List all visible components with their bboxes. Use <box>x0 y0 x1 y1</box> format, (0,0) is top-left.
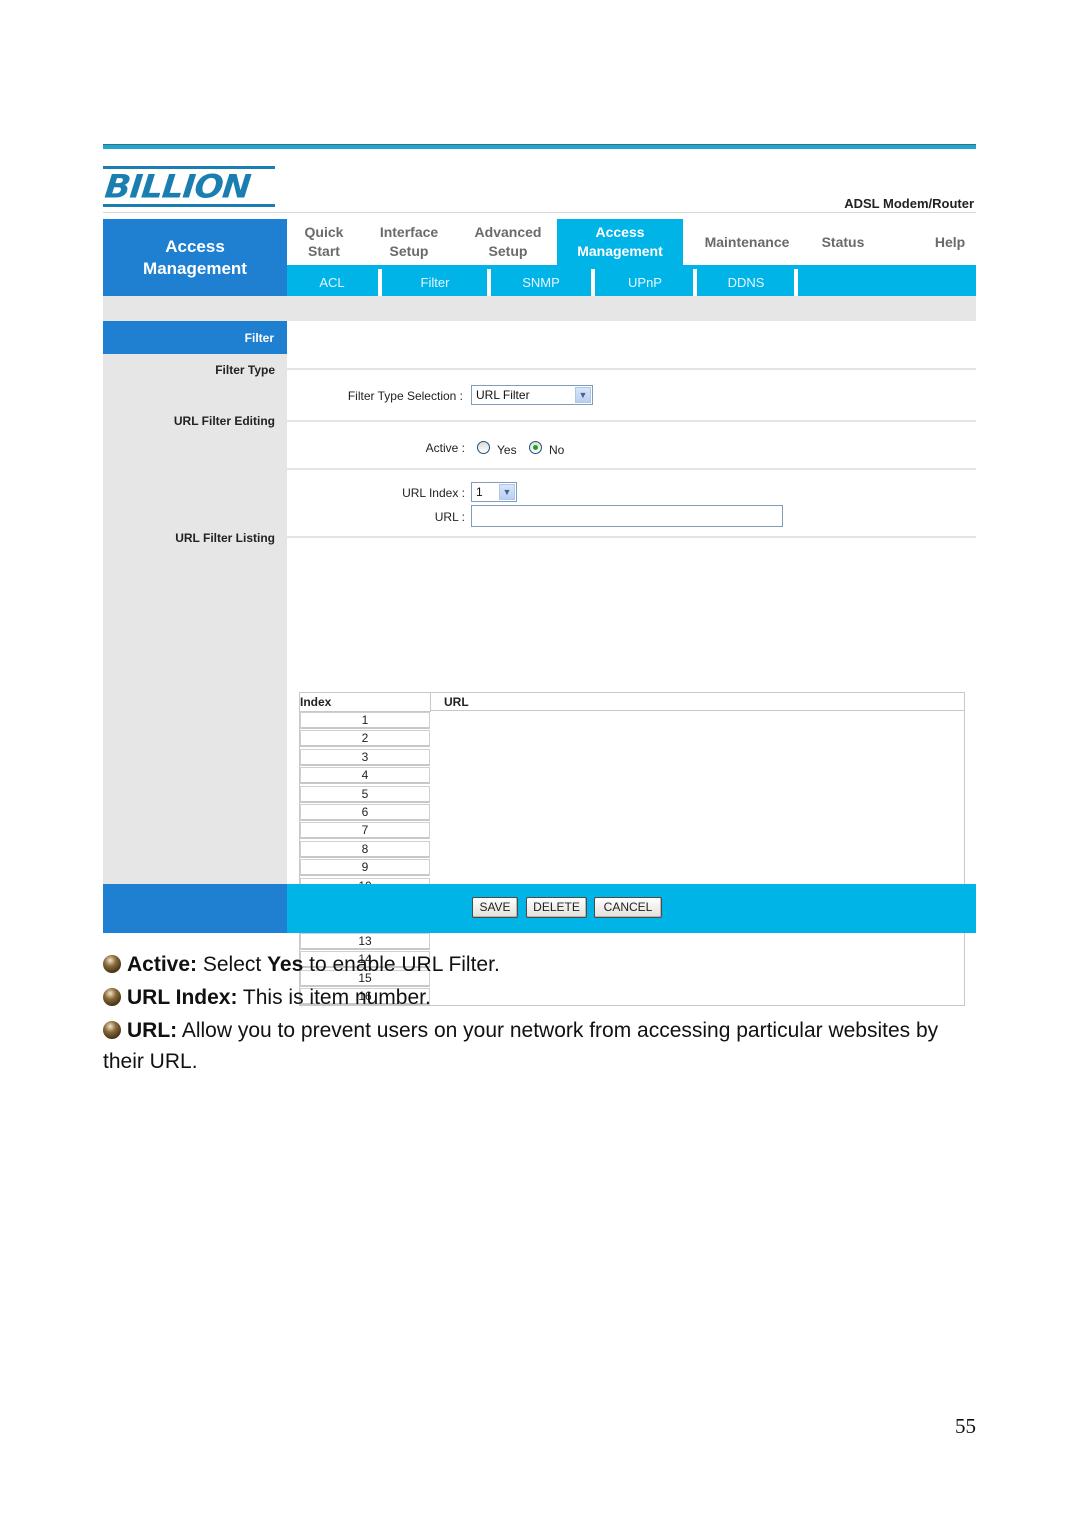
url-index-select[interactable]: 1 ▼ <box>471 482 517 502</box>
action-bar: SAVE DELETE CANCEL <box>287 884 976 933</box>
tab-help[interactable]: Help <box>913 219 987 265</box>
product-name: ADSL Modem/Router <box>844 196 974 211</box>
table-row-index: 13 <box>300 932 430 950</box>
divider <box>287 536 976 538</box>
table-row-index: 9 <box>300 859 430 877</box>
table-row-index: 1 <box>300 712 430 729</box>
sidebar-label-url-filter-editing: URL Filter Editing <box>173 414 275 428</box>
active-label: Active : <box>425 441 465 455</box>
active-no-radio[interactable] <box>529 441 542 454</box>
url-label: URL : <box>434 510 465 524</box>
subtab-separator <box>794 269 798 296</box>
table-row-index: 5 <box>300 785 430 803</box>
description-active: Active: Select Yes to enable URL Filter. <box>103 952 500 978</box>
billion-logo: BILLION <box>103 166 275 208</box>
page-number: 55 <box>955 1414 976 1438</box>
chevron-down-icon[interactable]: ▼ <box>575 387 591 403</box>
tab-advanced-setup[interactable]: Advanced Setup <box>457 219 559 265</box>
sidebar: Filter Filter Type URL Filter Editing UR… <box>103 321 287 884</box>
cancel-button[interactable]: CANCEL <box>594 897 662 918</box>
subtab-filter[interactable]: Filter <box>383 265 487 296</box>
description-url-cont: their URL. <box>103 1050 198 1073</box>
tab-maintenance[interactable]: Maintenance <box>689 219 805 265</box>
spacer-bar <box>103 296 976 321</box>
table-header-url: URL <box>431 693 964 711</box>
divider <box>287 368 976 370</box>
bullet-icon <box>103 988 121 1006</box>
header-divider <box>103 212 976 213</box>
router-ui-screenshot: BILLION ADSL Modem/Router Access Managem… <box>103 144 976 1006</box>
description-url: URL: Allow you to prevent users on your … <box>103 1018 938 1044</box>
delete-button[interactable]: DELETE <box>526 897 587 918</box>
tab-status[interactable]: Status <box>805 219 881 265</box>
top-accent-line <box>103 144 976 149</box>
active-yes-radio[interactable] <box>477 441 490 454</box>
sub-tabs: ACL Filter SNMP UPnP DDNS <box>287 265 976 296</box>
sidebar-label-filter-type: Filter Type <box>215 363 275 377</box>
active-no-label: No <box>549 443 565 457</box>
tab-interface-setup[interactable]: Interface Setup <box>361 219 457 265</box>
tab-quick-start[interactable]: Quick Start <box>287 219 361 265</box>
active-yes-label: Yes <box>497 443 517 457</box>
main-tabs: Quick Start Interface Setup Advanced Setup … <box>287 219 976 265</box>
content-panel: Filter Type Selection : URL Filter ▼ Act… <box>287 321 976 1006</box>
table-row-index: 4 <box>300 767 430 785</box>
url-index-label: URL Index : <box>402 486 465 500</box>
sidebar-label-url-filter-listing: URL Filter Listing <box>175 531 275 545</box>
sidebar-item-filter[interactable]: Filter <box>103 321 287 354</box>
subtab-snmp[interactable]: SNMP <box>491 265 591 296</box>
filter-type-select[interactable]: URL Filter ▼ <box>471 385 593 405</box>
subtab-upnp[interactable]: UPnP <box>595 265 695 296</box>
description-url-index: URL Index: This is item number. <box>103 985 431 1011</box>
footer-left-bar <box>103 884 287 933</box>
tab-access-management[interactable]: Access Management <box>557 219 683 265</box>
subtab-ddns[interactable]: DDNS <box>697 265 795 296</box>
save-button[interactable]: SAVE <box>472 897 518 918</box>
url-input[interactable] <box>471 505 783 527</box>
bullet-icon <box>103 1021 121 1039</box>
table-row-index: 7 <box>300 822 430 840</box>
table-row-index: 2 <box>300 730 430 748</box>
table-row-index: 3 <box>300 748 430 766</box>
bullet-icon <box>103 955 121 973</box>
table-header-index: Index <box>300 693 431 712</box>
subtab-acl[interactable]: ACL <box>287 265 377 296</box>
chevron-down-icon[interactable]: ▼ <box>499 484 515 500</box>
subtab-separator <box>378 269 382 296</box>
divider <box>287 420 976 422</box>
filter-type-label: Filter Type Selection : <box>347 389 463 403</box>
table-row-index: 6 <box>300 804 430 821</box>
divider <box>287 468 976 470</box>
table-row-index: 8 <box>300 840 430 858</box>
section-title: Access Management <box>103 219 287 296</box>
